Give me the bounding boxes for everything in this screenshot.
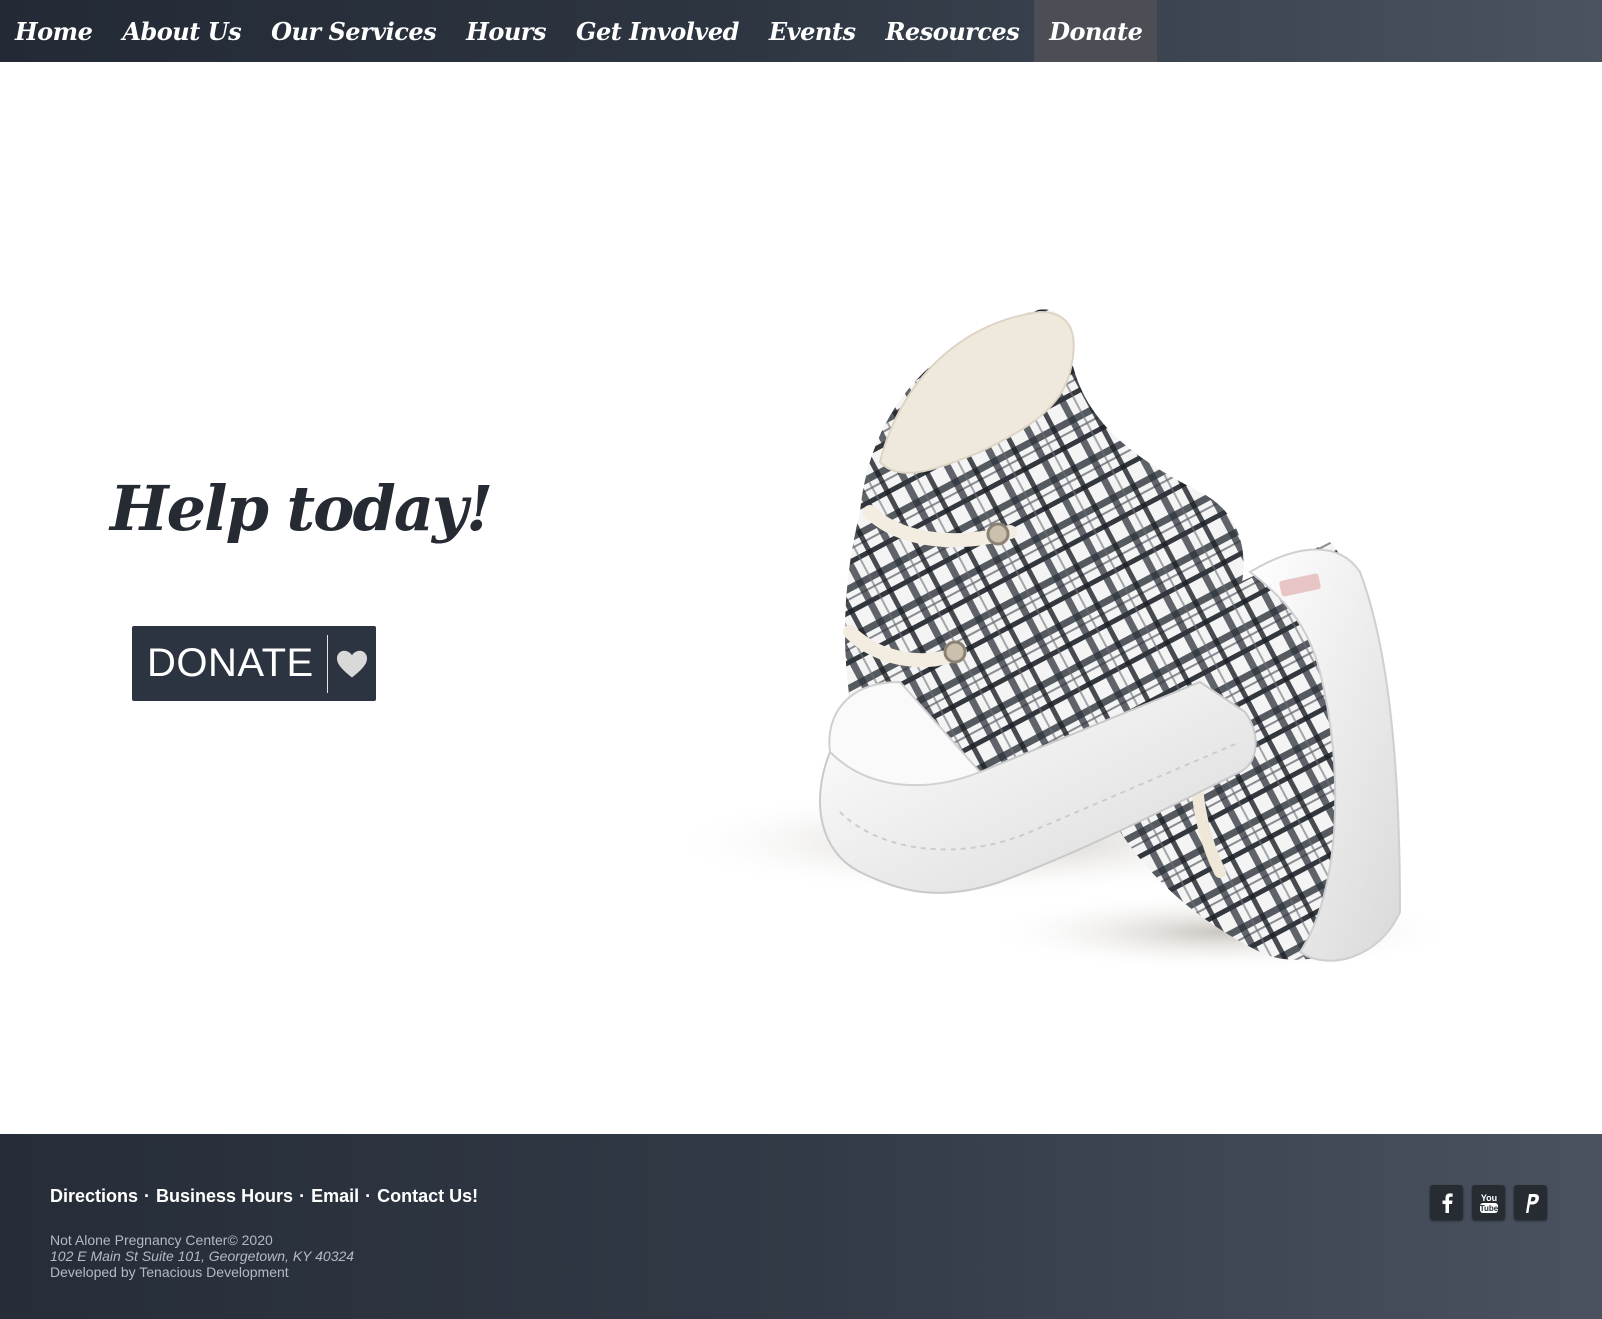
nav-home[interactable]: Home — [0, 0, 107, 62]
footer-address: 102 E Main St Suite 101, Georgetown, KY … — [50, 1248, 355, 1264]
youtube-icon: You Tube — [1479, 1193, 1498, 1213]
donate-button[interactable]: DONATE — [132, 626, 376, 701]
nav-events[interactable]: Events — [754, 0, 871, 62]
nav-hours[interactable]: Hours — [451, 0, 561, 62]
hero-section: Help today! DONATE — [0, 62, 1602, 1134]
paypal-button[interactable] — [1514, 1185, 1547, 1220]
nav-resources[interactable]: Resources — [870, 0, 1034, 62]
nav-about-us[interactable]: About Us — [107, 0, 256, 62]
footer-link-contact-us[interactable]: Contact Us! — [377, 1186, 478, 1207]
nav-donate[interactable]: Donate — [1034, 0, 1158, 62]
donate-button-label: DONATE — [147, 641, 314, 685]
youtube-button[interactable]: You Tube — [1472, 1185, 1505, 1220]
footer-separator: · — [365, 1186, 372, 1206]
paypal-icon — [1525, 1193, 1539, 1213]
site-footer: Directions · Business Hours · Email · Co… — [0, 1134, 1602, 1319]
facebook-icon — [1442, 1192, 1453, 1213]
footer-copyright: Not Alone Pregnancy Center© 2020 — [50, 1232, 273, 1248]
footer-link-directions[interactable]: Directions — [50, 1186, 138, 1207]
hero-title: Help today! — [110, 472, 493, 545]
footer-separator: · — [144, 1186, 151, 1206]
donate-button-divider — [326, 634, 328, 693]
footer-separator: · — [299, 1186, 306, 1206]
footer-links: Directions · Business Hours · Email · Co… — [50, 1186, 478, 1207]
svg-text:Tube: Tube — [1479, 1204, 1498, 1213]
footer-link-email[interactable]: Email — [311, 1186, 359, 1207]
main-nav: Home About Us Our Services Hours Get Inv… — [0, 0, 1602, 62]
heart-icon — [336, 650, 367, 677]
footer-info: Not Alone Pregnancy Center© 2020 102 E M… — [50, 1232, 354, 1280]
footer-link-business-hours[interactable]: Business Hours — [156, 1186, 293, 1207]
footer-developer: Developed by Tenacious Development — [50, 1264, 289, 1280]
baby-sneakers-image — [660, 309, 1460, 972]
svg-text:You: You — [1480, 1193, 1496, 1203]
nav-get-involved[interactable]: Get Involved — [561, 0, 754, 62]
social-links: You Tube — [1430, 1185, 1547, 1220]
nav-our-services[interactable]: Our Services — [256, 0, 451, 62]
facebook-button[interactable] — [1430, 1185, 1463, 1220]
